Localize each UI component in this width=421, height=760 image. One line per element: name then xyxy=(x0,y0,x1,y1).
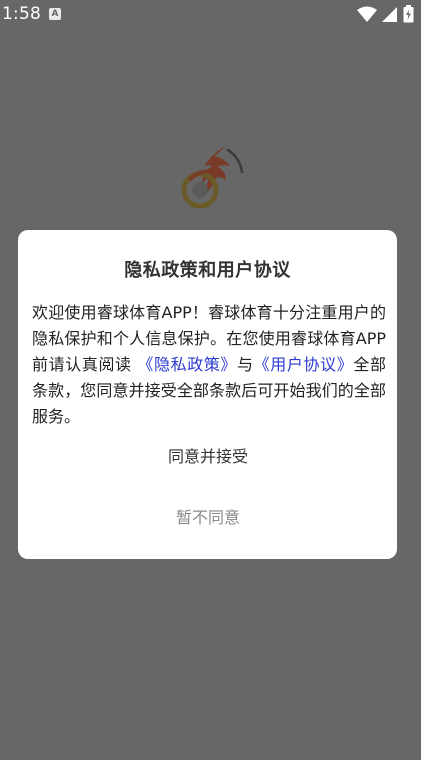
dialog-body: 欢迎使用睿球体育APP！睿球体育十分注重用户的隐私保护和个人信息保护。在您使用睿… xyxy=(32,300,386,430)
user-agreement-link[interactable]: 《用户协议》 xyxy=(254,355,354,374)
conjunction-text: 与 xyxy=(237,355,254,374)
status-time: 1:58 xyxy=(2,4,41,24)
disagree-button[interactable]: 暂不同意 xyxy=(128,503,288,533)
battery-icon xyxy=(403,5,414,23)
privacy-dialog: 隐私政策和用户协议 欢迎使用睿球体育APP！睿球体育十分注重用户的隐私保护和个人… xyxy=(18,230,397,559)
signal-icon xyxy=(382,7,397,22)
privacy-policy-link[interactable]: 《隐私政策》 xyxy=(137,355,237,374)
wifi-icon xyxy=(357,6,377,22)
a-notification-icon: A xyxy=(49,8,61,20)
agree-button[interactable]: 同意并接受 xyxy=(128,442,288,472)
dialog-title: 隐私政策和用户协议 xyxy=(124,260,291,281)
comet-ball-logo-icon xyxy=(181,146,244,209)
status-bar: 1:58 A xyxy=(0,0,421,30)
